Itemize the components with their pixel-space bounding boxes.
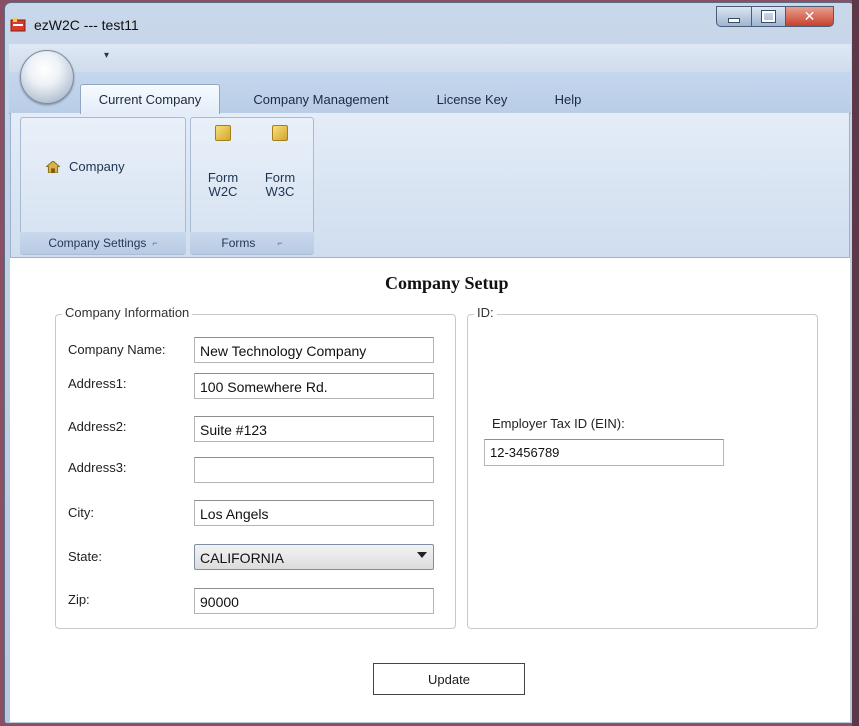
minimize-icon [728,18,740,23]
company-settings-caption-text: Company Settings [48,236,147,250]
address2-label: Address2: [68,419,127,434]
city-field[interactable]: Los Angels [194,500,434,526]
form-w3c-label-line2: W3C [265,184,295,199]
maximize-icon [761,10,776,23]
minimize-button[interactable] [716,6,752,27]
id-legend: ID: [474,305,497,320]
forms-caption: Forms ⌐ [190,232,314,254]
application-menu-button[interactable] [20,50,74,104]
form-w3c-label-line1: Form [264,170,296,185]
address3-label: Address3: [68,460,127,475]
id-group [467,314,818,629]
state-select-value: CALIFORNIA [200,550,285,566]
desktop-edge [852,0,859,726]
window-title: ezW2C --- test11 [34,17,139,33]
form-w3c-button[interactable]: Form W3C [260,125,300,199]
tab-help[interactable]: Help [538,84,598,114]
form-w2c-button[interactable]: Form W2C [203,125,243,199]
company-settings-caption: Company Settings ⌐ [20,232,186,254]
dialog-launcher-icon[interactable]: ⌐ [277,238,282,248]
ein-label: Employer Tax ID (EIN): [492,416,625,431]
quick-access-dropdown-icon[interactable]: ▾ [104,50,109,61]
window-controls: ✕ [716,6,846,28]
form-w3c-icon [272,125,288,141]
page-title: Company Setup [385,273,509,293]
company-information-legend: Company Information [62,305,193,320]
close-icon: ✕ [803,8,816,25]
company-button-label: Company [69,159,125,174]
state-select[interactable]: CALIFORNIA [194,544,434,570]
address2-field[interactable]: Suite #123 [194,416,434,442]
company-icon [46,161,60,173]
address1-label: Address1: [68,376,127,391]
address1-field[interactable]: 100 Somewhere Rd. [194,373,434,399]
form-w2c-label-line2: W2C [208,184,238,199]
form-w2c-icon [215,125,231,141]
company-button[interactable]: Company [46,160,125,174]
ein-field[interactable]: 12-3456789 [484,439,724,466]
maximize-button[interactable] [752,6,786,27]
address3-field[interactable] [194,457,434,483]
tab-company-management[interactable]: Company Management [236,84,406,114]
form-w2c-label-line1: Form [207,170,239,185]
company-name-field[interactable]: New Technology Company [194,337,434,363]
chevron-down-icon [417,552,427,558]
app-icon[interactable] [10,18,26,32]
zip-field[interactable]: 90000 [194,588,434,614]
city-label: City: [68,505,94,520]
zip-label: Zip: [68,592,90,607]
dialog-launcher-icon[interactable]: ⌐ [152,238,157,248]
tab-current-company[interactable]: Current Company [80,84,220,114]
tab-license-key[interactable]: License Key [420,84,524,114]
state-label: State: [68,549,102,564]
company-name-label: Company Name: [68,342,166,357]
update-button[interactable]: Update [373,663,525,695]
quick-access-bar [9,44,851,72]
forms-caption-text: Forms [221,236,256,250]
close-button[interactable]: ✕ [786,6,834,27]
